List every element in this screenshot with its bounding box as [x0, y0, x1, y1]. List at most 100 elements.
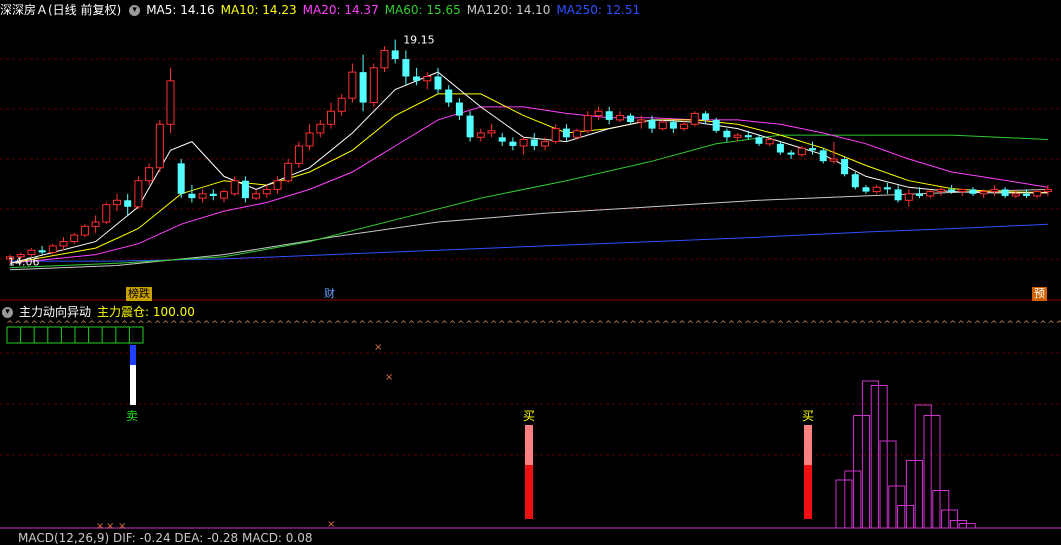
- candle-body-down[interactable]: [509, 141, 517, 146]
- candle-body-down[interactable]: [177, 163, 185, 194]
- sell-signal-bar-top[interactable]: [130, 345, 136, 365]
- candle-body-up[interactable]: [273, 180, 282, 190]
- candle-body-down[interactable]: [391, 50, 399, 60]
- candle-body-up[interactable]: [380, 49, 389, 69]
- candle-body-down[interactable]: [883, 187, 891, 190]
- candle-body-up[interactable]: [615, 115, 624, 121]
- candle-body-up[interactable]: [59, 241, 68, 247]
- candle-body-up[interactable]: [541, 141, 549, 147]
- candle-body-up[interactable]: [936, 188, 945, 193]
- candle-body-up[interactable]: [733, 134, 742, 138]
- candle-body-up[interactable]: [765, 138, 774, 145]
- buy-signal-bar-top[interactable]: [804, 425, 812, 465]
- candle-body-up[interactable]: [958, 188, 967, 193]
- candle-body-down[interactable]: [241, 180, 249, 199]
- candle-body-up[interactable]: [658, 121, 667, 130]
- candle-body-up[interactable]: [166, 80, 175, 125]
- candle-body-up[interactable]: [220, 191, 228, 199]
- event-tag-forecast[interactable]: 预: [1032, 287, 1047, 301]
- candle-body-up[interactable]: [198, 193, 207, 199]
- candle-body-down[interactable]: [38, 250, 46, 253]
- settings-toggle-icon[interactable]: ▾: [129, 4, 141, 16]
- candle-body-down[interactable]: [413, 76, 421, 81]
- candle-body-up[interactable]: [583, 115, 592, 132]
- candle-body-up[interactable]: [230, 180, 239, 195]
- candle-body-up[interactable]: [1011, 193, 1020, 197]
- candle-body-up[interactable]: [102, 204, 111, 223]
- candle-body-up[interactable]: [262, 188, 271, 195]
- buy-signal-bar-bottom[interactable]: [804, 465, 812, 519]
- candle-body-down[interactable]: [702, 113, 709, 120]
- candle-body-up[interactable]: [70, 234, 79, 243]
- macd-text[interactable]: MACD(12,26,9) DIF: -0.24 DEA: -0.28 MACD…: [18, 531, 313, 545]
- candle-body-up[interactable]: [979, 191, 988, 195]
- candle-body-down[interactable]: [1023, 193, 1030, 196]
- event-tag-finance[interactable]: 财: [322, 287, 337, 301]
- candle-body-up[interactable]: [423, 75, 432, 82]
- candle-body-down[interactable]: [445, 89, 453, 103]
- candle-body-up[interactable]: [113, 199, 121, 206]
- candle-body-up[interactable]: [316, 123, 325, 134]
- sell-signal-bar-bottom[interactable]: [130, 365, 136, 405]
- candle-body-down[interactable]: [402, 59, 410, 77]
- candle-body-up[interactable]: [327, 110, 335, 125]
- candle-body-down[interactable]: [209, 193, 217, 196]
- candle-body-down[interactable]: [851, 174, 859, 188]
- candle-body-up[interactable]: [829, 158, 838, 162]
- indicator-toggle-icon[interactable]: ▾: [2, 306, 13, 318]
- candle-body-up[interactable]: [134, 180, 143, 208]
- candle-body-down[interactable]: [359, 72, 367, 103]
- event-tag-drop[interactable]: 榜跌: [126, 287, 152, 301]
- candle-body-up[interactable]: [48, 245, 57, 253]
- candle-body-down[interactable]: [755, 137, 763, 144]
- stock-title[interactable]: 深深房Ａ(日线 前复权): [0, 0, 121, 20]
- candle-body-down[interactable]: [894, 189, 902, 201]
- candle-body-up[interactable]: [305, 132, 314, 147]
- candle-body-down[interactable]: [530, 139, 538, 146]
- buy-signal-bar-bottom[interactable]: [525, 465, 533, 519]
- candle-body-down[interactable]: [744, 135, 752, 138]
- candle-body-up[interactable]: [1043, 188, 1052, 193]
- candle-body-up[interactable]: [519, 138, 528, 147]
- candle-body-up[interactable]: [573, 130, 582, 138]
- candle-body-down[interactable]: [948, 189, 956, 192]
- candle-body-up[interactable]: [294, 145, 303, 164]
- candle-body-down[interactable]: [862, 187, 870, 192]
- candle-body-down[interactable]: [723, 130, 731, 138]
- candle-body-down[interactable]: [605, 111, 613, 120]
- candle-body-down[interactable]: [188, 193, 196, 199]
- candle-body-up[interactable]: [369, 67, 378, 104]
- candle-body-up[interactable]: [1033, 191, 1042, 197]
- candle-body-up[interactable]: [145, 167, 154, 182]
- candle-body-up[interactable]: [690, 112, 699, 125]
- candle-body-up[interactable]: [594, 110, 603, 117]
- sell-signal-label[interactable]: 卖: [126, 409, 138, 423]
- buy-signal-bar-top[interactable]: [525, 425, 533, 465]
- candle-body-down[interactable]: [466, 115, 474, 138]
- candle-body-down[interactable]: [669, 122, 677, 129]
- candle-body-down[interactable]: [809, 148, 816, 151]
- candlestick-chart[interactable]: 19.1514.06^ ^ ^ ^ ^ ^ ^ ^ ^ ^ ^ ^ ^ ^ ^ ^ ^ ^ ^ ^ ^ ^ ^ ^ ^ ^ ^ ^ ^ ^…: [0, 0, 1061, 539]
- candle-body-down[interactable]: [841, 159, 849, 175]
- candle-body-down[interactable]: [969, 189, 977, 194]
- candle-body-up[interactable]: [348, 71, 357, 99]
- candle-body-up[interactable]: [487, 130, 496, 134]
- candle-body-down[interactable]: [434, 76, 442, 90]
- candle-body-up[interactable]: [926, 191, 935, 197]
- buy-signal-label[interactable]: 买: [523, 409, 535, 423]
- candle-body-up[interactable]: [284, 162, 293, 182]
- candle-body-down[interactable]: [787, 152, 795, 155]
- candle-body-down[interactable]: [648, 119, 656, 129]
- candle-body-up[interactable]: [904, 193, 913, 201]
- candle-body-down[interactable]: [562, 128, 570, 138]
- candle-body-up[interactable]: [80, 225, 89, 236]
- candle-body-up[interactable]: [637, 119, 646, 123]
- candle-body-up[interactable]: [990, 188, 999, 193]
- candle-body-up[interactable]: [551, 128, 560, 143]
- candle-body-down[interactable]: [498, 137, 506, 142]
- candle-body-up[interactable]: [797, 147, 806, 156]
- candle-body-down[interactable]: [712, 119, 720, 131]
- candle-body-up[interactable]: [476, 132, 485, 138]
- candle-body-down[interactable]: [1001, 189, 1009, 196]
- indicator-name[interactable]: 主力动向异动: [19, 302, 91, 322]
